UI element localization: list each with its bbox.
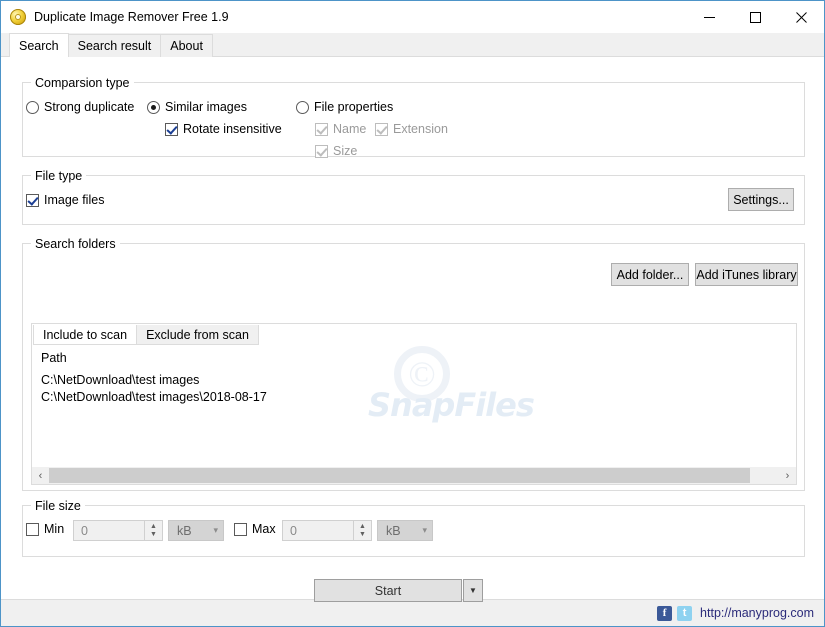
scrollbar-thumb[interactable] [49, 468, 750, 483]
radio-file-properties[interactable]: File properties [296, 100, 393, 114]
search-folders-group: Search folders Add folder... Add iTunes … [22, 237, 805, 491]
checkbox-label: Size [333, 144, 358, 158]
comparison-type-group: Comparsion type Strong duplicate Similar… [22, 76, 805, 158]
file-size-title: File size [31, 499, 85, 513]
checkbox-label: Rotate insensitive [183, 122, 282, 136]
start-button-label: Start [374, 583, 402, 598]
tab-about[interactable]: About [160, 34, 213, 57]
close-button[interactable] [778, 1, 824, 33]
radio-label: Strong duplicate [44, 100, 135, 114]
tab-search[interactable]: Search [9, 33, 69, 57]
settings-button-label: Settings... [733, 192, 789, 207]
folder-list-panel: Include to scan Exclude from scan © Snap… [31, 323, 797, 485]
horizontal-scrollbar[interactable]: ‹ › [32, 466, 796, 484]
window-title: Duplicate Image Remover Free 1.9 [34, 10, 229, 24]
app-window: Duplicate Image Remover Free 1.9 Search … [0, 0, 825, 627]
tab-search-result[interactable]: Search result [67, 34, 162, 57]
settings-button[interactable]: Settings... [728, 188, 794, 211]
twitter-icon[interactable]: t [677, 605, 693, 621]
disc-icon [10, 9, 26, 25]
checkbox-indicator [315, 122, 328, 136]
tab-label: Search [19, 38, 59, 53]
radio-indicator [147, 100, 160, 114]
inner-tab-label: Exclude from scan [146, 327, 249, 342]
checkbox-size: Size [315, 144, 357, 158]
folder-list: C:\NetDownload\test images C:\NetDownloa… [41, 372, 794, 406]
chevron-left-icon[interactable]: ‹ [32, 467, 49, 484]
checkbox-label: Name [333, 122, 367, 136]
website-link[interactable]: http://manyprog.com [700, 606, 814, 620]
list-item[interactable]: C:\NetDownload\test images [41, 372, 794, 389]
facebook-icon[interactable]: f [657, 605, 673, 621]
checkbox-indicator [26, 522, 39, 536]
max-size-unit-select[interactable]: kB ▾ [377, 520, 433, 541]
checkbox-min-size[interactable]: Min [26, 522, 64, 536]
min-size-unit-value: kB [177, 523, 192, 538]
inner-tab-include-to-scan[interactable]: Include to scan [33, 325, 138, 345]
chevron-down-icon: ▾ [422, 525, 427, 535]
window-controls [686, 1, 824, 33]
chevron-down-icon: ▾ [213, 525, 218, 535]
min-size-stepper[interactable]: 0 ▲ ▼ [73, 520, 163, 541]
min-size-unit-select[interactable]: kB ▾ [168, 520, 224, 541]
spinner-arrows-icon[interactable]: ▲ ▼ [353, 521, 371, 540]
minimize-icon [703, 16, 715, 18]
start-button[interactable]: Start [314, 579, 462, 602]
tab-label: Search result [77, 39, 152, 53]
checkbox-rotate-insensitive[interactable]: Rotate insensitive [165, 122, 282, 136]
search-folders-title: Search folders [31, 237, 120, 251]
radio-label: File properties [314, 100, 394, 114]
comparison-type-title: Comparsion type [31, 76, 134, 90]
add-itunes-library-button[interactable]: Add iTunes library [695, 263, 798, 286]
radio-indicator [26, 100, 39, 114]
inner-tab-label: Include to scan [43, 327, 128, 342]
main-tabstrip: Search Search result About [1, 33, 824, 57]
radio-indicator [296, 100, 309, 114]
checkbox-image-files[interactable]: Image files [26, 193, 104, 207]
add-folder-button[interactable]: Add folder... [611, 263, 689, 286]
checkbox-max-size[interactable]: Max [234, 522, 276, 536]
add-itunes-label: Add iTunes library [696, 267, 797, 282]
checkbox-indicator [234, 522, 247, 536]
radio-similar-images[interactable]: Similar images [147, 100, 247, 114]
checkbox-extension: Extension [375, 122, 448, 136]
chevron-right-icon[interactable]: › [779, 467, 796, 484]
start-dropdown-button[interactable]: ▼ [463, 579, 483, 602]
file-type-title: File type [31, 169, 87, 183]
checkbox-indicator [26, 193, 39, 207]
maximize-button[interactable] [732, 1, 778, 33]
radio-label: Similar images [165, 100, 247, 114]
status-bar: f t http://manyprog.com [1, 599, 824, 626]
tab-label: About [170, 39, 203, 53]
search-panel: Comparsion type Strong duplicate Similar… [1, 57, 824, 602]
spinner-arrows-icon[interactable]: ▲ ▼ [144, 521, 162, 540]
checkbox-indicator [375, 122, 388, 136]
add-folder-label: Add folder... [616, 267, 684, 282]
file-size-group: File size Min 0 ▲ ▼ kB ▾ Max 0 ▲ ▼ kB ▾ [22, 499, 805, 557]
checkbox-label: Min [44, 522, 65, 536]
max-size-stepper[interactable]: 0 ▲ ▼ [282, 520, 372, 541]
chevron-down-icon: ▼ [469, 586, 477, 595]
file-type-group: File type Image files Settings... [22, 169, 805, 225]
min-size-value: 0 [81, 523, 88, 538]
max-size-value: 0 [290, 523, 297, 538]
inner-tab-exclude-from-scan[interactable]: Exclude from scan [136, 325, 259, 345]
column-header-path: Path [41, 351, 67, 365]
title-bar: Duplicate Image Remover Free 1.9 [1, 1, 824, 33]
checkbox-label: Image files [44, 193, 105, 207]
max-size-unit-value: kB [386, 523, 401, 538]
checkbox-indicator [315, 144, 328, 158]
checkbox-label: Max [252, 522, 276, 536]
checkbox-name: Name [315, 122, 366, 136]
radio-strong-duplicate[interactable]: Strong duplicate [26, 100, 134, 114]
folder-list-tabstrip: Include to scan Exclude from scan [33, 324, 259, 345]
maximize-icon [749, 11, 761, 23]
list-item[interactable]: C:\NetDownload\test images\2018-08-17 [41, 389, 794, 406]
checkbox-label: Extension [393, 122, 448, 136]
close-icon [795, 11, 807, 23]
scrollbar-track[interactable] [49, 467, 779, 484]
minimize-button[interactable] [686, 1, 732, 33]
checkbox-indicator [165, 122, 178, 136]
